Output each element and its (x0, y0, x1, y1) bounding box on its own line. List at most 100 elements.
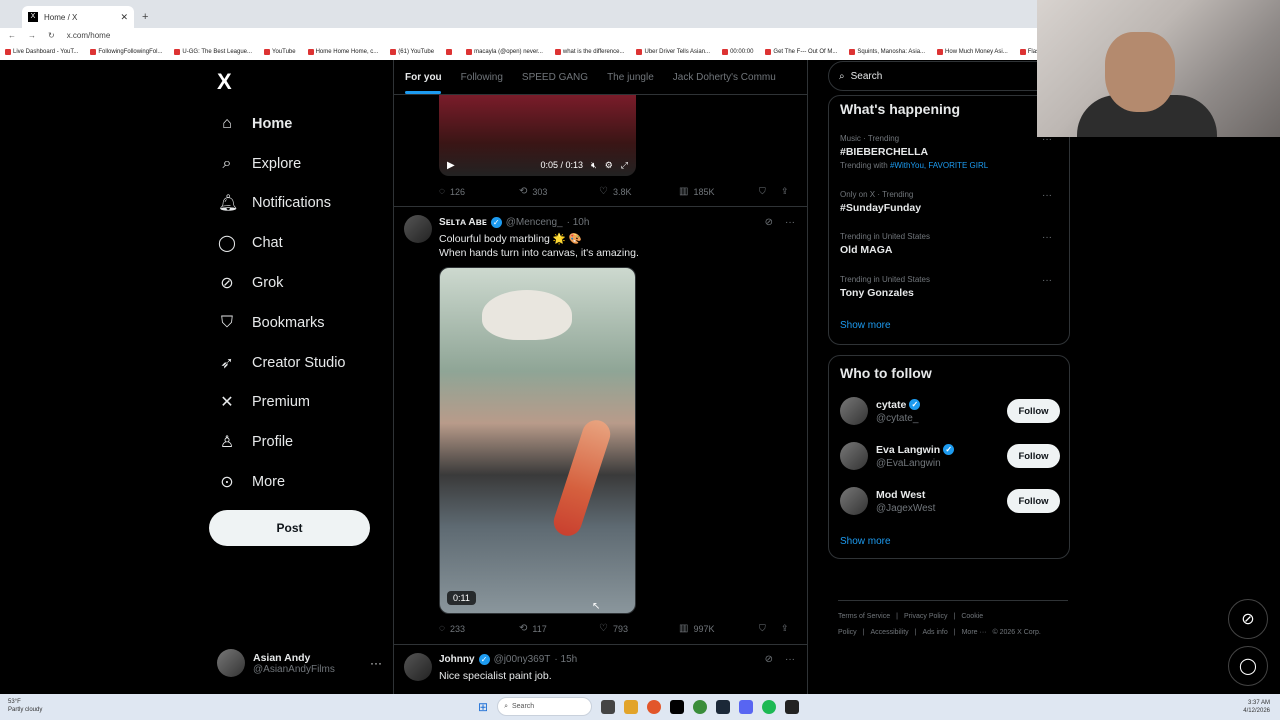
follow-button[interactable]: Follow (1007, 444, 1060, 468)
footer-link[interactable]: © 2026 X Corp. (992, 629, 1040, 636)
chrome-icon[interactable] (693, 699, 708, 714)
more-dots-icon[interactable]: ··· (1042, 275, 1052, 286)
new-tab-icon[interactable]: + (142, 11, 148, 23)
trend-item[interactable]: Trending in United States Tony Gonzales … (840, 275, 1060, 299)
more-dots-icon[interactable]: ··· (785, 217, 795, 228)
bookmark-item[interactable]: How Much Money Asi... (937, 48, 1008, 55)
fullscreen-icon[interactable]: ⤢ (621, 160, 628, 171)
author-handle[interactable]: @Menceng_ (506, 217, 563, 228)
bookmark-item[interactable] (446, 48, 454, 55)
tab-speed-gang[interactable]: SPEED GANG (522, 72, 588, 83)
sidebar-item-profile[interactable]: ♙ Profile (208, 422, 346, 462)
bookmark-icon[interactable]: ⛉ (759, 186, 781, 197)
share-icon[interactable]: ⇪ (781, 186, 789, 197)
sidebar-item-more[interactable]: ⊙ More (208, 462, 346, 502)
spotify-icon[interactable] (762, 699, 777, 714)
bookmark-item[interactable]: Get The F--- Out Of M... (765, 48, 837, 55)
repost-button[interactable]: ⟲ 303 (519, 186, 599, 197)
tab-for-you[interactable]: For you (405, 72, 442, 83)
windows-start-icon[interactable]: ⊞ (478, 700, 488, 714)
play-icon[interactable]: ▶ (447, 160, 455, 171)
forward-icon[interactable]: → (28, 31, 36, 40)
trend-with-tags[interactable]: #WithYou, FAVORITE GIRL (890, 161, 988, 170)
more-dots-icon[interactable]: ··· (370, 656, 382, 670)
taskbar-search[interactable]: ⌕ Search (497, 697, 593, 716)
app-icon[interactable] (785, 699, 800, 714)
like-button[interactable]: ♡ 3.8K (599, 186, 679, 197)
x-app-icon[interactable] (670, 699, 685, 714)
footer-link[interactable]: Ads info (922, 629, 947, 636)
settings-icon[interactable]: ⚙ (605, 160, 613, 171)
post-video[interactable]: 0:11 (439, 267, 636, 614)
grok-float-icon[interactable]: ⊘ (1228, 599, 1268, 639)
discord-icon[interactable] (739, 699, 754, 714)
views-button[interactable]: ▥ 997K (679, 623, 759, 634)
footer-link[interactable]: Privacy Policy (904, 613, 948, 620)
search-input[interactable] (850, 70, 1031, 82)
follow-suggestion[interactable]: cytate ✓ @cytate_ Follow (840, 394, 1060, 428)
follow-button[interactable]: Follow (1007, 399, 1060, 423)
grok-icon[interactable]: ⊘ (765, 654, 773, 665)
footer-link[interactable]: Terms of Service (838, 613, 890, 620)
mute-icon[interactable]: 🔇︎ (591, 160, 597, 171)
footer-link[interactable]: More ··· (962, 629, 987, 636)
more-dots-icon[interactable]: ··· (1042, 232, 1052, 243)
bookmark-item[interactable]: Squints, Manosha: Asia... (849, 48, 925, 55)
bookmark-icon[interactable]: ⛉ (759, 623, 781, 634)
close-tab-icon[interactable]: ✕ (120, 12, 128, 23)
sidebar-item-premium[interactable]: ✕ Premium (208, 383, 346, 423)
post-button[interactable]: Post (209, 510, 370, 546)
author-name[interactable]: Johnny (439, 654, 475, 665)
video-player[interactable]: ▶ 0:05 / 0:13 🔇︎ ⚙ ⤢ (439, 95, 636, 176)
firefox-icon[interactable] (647, 699, 662, 714)
bookmark-item[interactable]: U-GG: The Best League... (174, 48, 252, 55)
sidebar-item-grok[interactable]: ⊘ Grok (208, 263, 346, 303)
task-view-icon[interactable] (601, 699, 616, 714)
url-text[interactable]: x.com/home (67, 31, 111, 40)
sidebar-item-creator-studio[interactable]: ➶ Creator Studio (208, 343, 345, 383)
trend-item[interactable]: Music · Trending #BIEBERCHELLA Trending … (840, 134, 1060, 170)
reply-button[interactable]: ◌ 233 (439, 623, 519, 634)
like-button[interactable]: ♡ 793 (599, 623, 679, 634)
x-logo[interactable]: X (217, 69, 232, 95)
follow-suggestion[interactable]: Eva Langwin ✓ @EvaLangwin Follow (840, 439, 1060, 473)
sidebar-item-home[interactable]: ⌂ Home (208, 104, 346, 144)
file-explorer-icon[interactable] (624, 699, 639, 714)
bookmark-item[interactable]: (61) YouTube (390, 48, 434, 55)
more-dots-icon[interactable]: ··· (785, 654, 795, 665)
post-time[interactable]: · 15h (554, 654, 577, 665)
post-time[interactable]: · 10h (567, 217, 590, 228)
trend-item[interactable]: Trending in United States Old MAGA ··· (840, 232, 1060, 256)
tab-following[interactable]: Following (461, 72, 503, 83)
repost-button[interactable]: ⟲ 117 (519, 623, 599, 634)
system-clock[interactable]: 3:37 AM 4/12/2026 (1243, 699, 1270, 715)
sidebar-item-bookmarks[interactable]: ⛉ Bookmarks (208, 303, 346, 343)
account-switcher[interactable]: Asian Andy @AsianAndyFilms ··· (217, 647, 382, 679)
weather-widget[interactable]: 53°F Partly cloudy (8, 698, 42, 714)
avatar[interactable] (404, 653, 432, 681)
show-more-link[interactable]: Show more (840, 536, 891, 547)
author-name[interactable]: Sᴇʟᴛᴀ Aʙᴇ (439, 217, 487, 228)
author-handle[interactable]: @j00ny369T (494, 654, 551, 665)
show-more-link[interactable]: Show more (840, 320, 891, 331)
grok-icon[interactable]: ⊘ (765, 217, 773, 228)
sidebar-item-chat[interactable]: ◯ Chat (208, 223, 346, 263)
bookmark-item[interactable]: Live Dashboard - YouT... (5, 48, 78, 55)
avatar[interactable] (404, 215, 432, 243)
more-dots-icon[interactable]: ··· (1042, 190, 1052, 201)
reply-button[interactable]: ◌ 126 (439, 186, 519, 197)
views-button[interactable]: ▥ 185K (679, 186, 759, 197)
follow-suggestion[interactable]: Mod West @JagexWest Follow (840, 484, 1060, 518)
bookmark-item[interactable]: YouTube (264, 48, 296, 55)
sidebar-item-notifications[interactable]: 🔔︎ Notifications (208, 184, 346, 224)
trend-item[interactable]: Only on X · Trending #SundayFunday ··· (840, 190, 1060, 214)
tab-jack-doherty-s-commu[interactable]: Jack Doherty's Commu (673, 72, 776, 83)
bookmark-item[interactable]: macayla (@open) never... (466, 48, 543, 55)
follow-button[interactable]: Follow (1007, 489, 1060, 513)
search-box[interactable]: ⌕ (828, 61, 1070, 91)
steam-icon[interactable] (716, 699, 731, 714)
browser-tab[interactable]: X Home / X ✕ (22, 6, 134, 28)
bookmark-item[interactable]: what is the difference... (554, 48, 624, 55)
bookmark-item[interactable]: FollowingFollowingFol... (90, 48, 162, 55)
tab-the-jungle[interactable]: The jungle (607, 72, 654, 83)
